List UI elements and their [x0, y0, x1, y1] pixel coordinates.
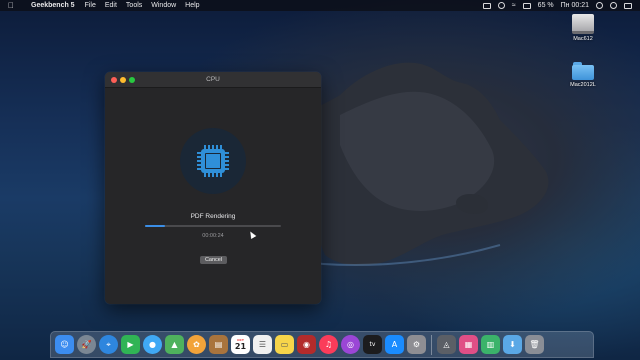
- menu-tools[interactable]: Tools: [126, 2, 142, 9]
- window-controls: [111, 77, 135, 83]
- zoom-button[interactable]: [129, 77, 135, 83]
- podcasts-icon[interactable]: ◎: [341, 335, 360, 354]
- app-store-icon[interactable]: A: [385, 335, 404, 354]
- desktop-folder[interactable]: Mac2012L: [561, 62, 605, 88]
- elapsed-time: 00:00:24: [202, 233, 224, 239]
- calendar-day: 21: [234, 342, 247, 351]
- facetime-icon[interactable]: ▶: [121, 335, 140, 354]
- green-app-icon[interactable]: ▥: [481, 335, 500, 354]
- display-icon[interactable]: [482, 2, 491, 9]
- menu-clock[interactable]: Пн 00:21: [561, 2, 589, 9]
- cpu-benchmark-window: CPU PDF Rendering 00:00:24 Cancel: [105, 72, 321, 304]
- downloads-folder-icon[interactable]: ⬇: [503, 335, 522, 354]
- wallpaper-rock: [456, 194, 488, 214]
- progress-bar: [145, 225, 281, 227]
- notification-center-icon[interactable]: [624, 2, 632, 9]
- time-machine-icon[interactable]: [497, 2, 505, 9]
- progress-fill: [145, 225, 166, 227]
- trash-icon[interactable]: 🗑: [525, 335, 544, 354]
- window-title: CPU: [206, 76, 220, 83]
- pink-app-icon[interactable]: ▦: [459, 335, 478, 354]
- cancel-button[interactable]: Cancel: [200, 256, 227, 264]
- spotlight-icon[interactable]: [596, 2, 603, 9]
- menu-app-name[interactable]: Geekbench 5: [31, 2, 75, 9]
- photo-booth-icon[interactable]: ◉: [297, 335, 316, 354]
- menu-extras: ≈ 65 % Пн 00:21: [482, 2, 632, 9]
- system-preferences-icon[interactable]: ⚙: [407, 335, 426, 354]
- menu-help[interactable]: Help: [185, 2, 199, 9]
- dock: ☺ 🚀 ⌖ ▶ ● ▲ ✿ ▤ OCT 21 ☰ ▭ ◉ ♫ ◎ tv A ⚙ ◬ ▦ ▥ ⬇ 🗑: [50, 331, 594, 358]
- hard-drive-icon: [572, 14, 594, 34]
- window-titlebar[interactable]: CPU: [105, 72, 321, 88]
- photos-icon[interactable]: ✿: [187, 335, 206, 354]
- desktop-drive-label: Mac612: [573, 36, 593, 42]
- notes-icon[interactable]: ▭: [275, 335, 294, 354]
- launchpad-icon[interactable]: 🚀: [77, 335, 96, 354]
- desktop-drive[interactable]: Mac612: [561, 14, 605, 42]
- desktop-folder-label: Mac2012L: [570, 82, 596, 88]
- safari-icon[interactable]: ⌖: [99, 335, 118, 354]
- finder-icon[interactable]: ☺: [55, 335, 74, 354]
- wifi-icon[interactable]: ≈: [512, 2, 516, 9]
- cpu-badge: [180, 128, 246, 194]
- siri-icon[interactable]: [610, 2, 617, 9]
- apple-tv-icon[interactable]: tv: [363, 335, 382, 354]
- menu-bar:  Geekbench 5 File Edit Tools Window Hel…: [0, 0, 640, 11]
- calendar-icon[interactable]: OCT 21: [231, 335, 250, 354]
- messages-icon[interactable]: ●: [143, 335, 162, 354]
- notes-brown-icon[interactable]: ▤: [209, 335, 228, 354]
- music-icon[interactable]: ♫: [319, 335, 338, 354]
- geekbench-icon[interactable]: ◬: [437, 335, 456, 354]
- menu-file[interactable]: File: [85, 2, 96, 9]
- minimize-button[interactable]: [120, 77, 126, 83]
- battery-percent[interactable]: 65 %: [538, 2, 554, 9]
- close-button[interactable]: [111, 77, 117, 83]
- maps-icon[interactable]: ▲: [165, 335, 184, 354]
- dock-separator: [431, 334, 432, 355]
- battery-icon[interactable]: [522, 2, 531, 9]
- current-task-label: PDF Rendering: [190, 213, 236, 220]
- reminders-icon[interactable]: ☰: [253, 335, 272, 354]
- cpu-chip-icon: [197, 145, 229, 177]
- apple-menu-icon[interactable]: : [8, 1, 17, 10]
- folder-icon: [572, 62, 594, 80]
- menu-edit[interactable]: Edit: [105, 2, 117, 9]
- menu-window[interactable]: Window: [151, 2, 176, 9]
